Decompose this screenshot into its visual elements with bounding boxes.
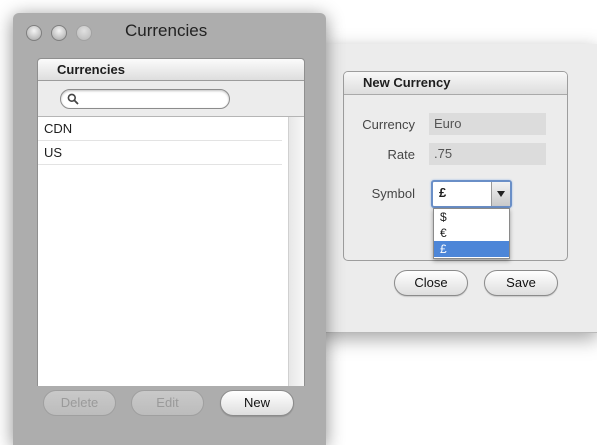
search-icon: [67, 93, 79, 105]
currencies-window: Currencies Currencies CDN US Delete Edit…: [13, 13, 326, 445]
zoom-window-icon[interactable]: [76, 25, 92, 41]
symbol-popup[interactable]: £: [431, 180, 512, 208]
symbol-popup-value: £: [439, 185, 447, 200]
table-row[interactable]: CDN: [38, 117, 282, 141]
currency-label: Currency: [362, 117, 415, 132]
symbol-option-dollar[interactable]: $: [434, 209, 509, 225]
symbol-options-list: $ € £: [433, 208, 510, 259]
titlebar: Currencies: [13, 13, 326, 49]
edit-button[interactable]: Edit: [131, 390, 204, 416]
new-currency-window: New Currency Currency Euro Rate .75 Symb…: [318, 44, 597, 333]
minimize-window-icon[interactable]: [51, 25, 67, 41]
save-button[interactable]: Save: [484, 270, 558, 296]
chevron-down-icon[interactable]: [491, 182, 510, 206]
table-row[interactable]: US: [38, 141, 282, 165]
window-title: Currencies: [125, 21, 208, 40]
delete-button[interactable]: Delete: [43, 390, 116, 416]
symbol-option-pound[interactable]: £: [434, 241, 509, 257]
close-button[interactable]: Close: [394, 270, 468, 296]
new-currency-group: New Currency Currency Euro Rate .75 Symb…: [343, 71, 568, 261]
symbol-option-euro[interactable]: €: [434, 225, 509, 241]
currencies-table[interactable]: CDN US: [38, 116, 304, 386]
symbol-label: Symbol: [371, 186, 415, 201]
close-window-icon[interactable]: [26, 25, 42, 41]
rate-field[interactable]: .75: [429, 143, 546, 165]
new-currency-group-title: New Currency: [344, 72, 567, 95]
rate-label: Rate: [387, 147, 415, 162]
vertical-scrollbar[interactable]: [288, 117, 304, 386]
currency-field[interactable]: Euro: [429, 113, 546, 135]
currencies-box: Currencies CDN US: [37, 58, 305, 386]
new-button[interactable]: New: [220, 390, 294, 416]
search-input[interactable]: [60, 89, 230, 109]
currencies-box-title: Currencies: [38, 59, 304, 81]
